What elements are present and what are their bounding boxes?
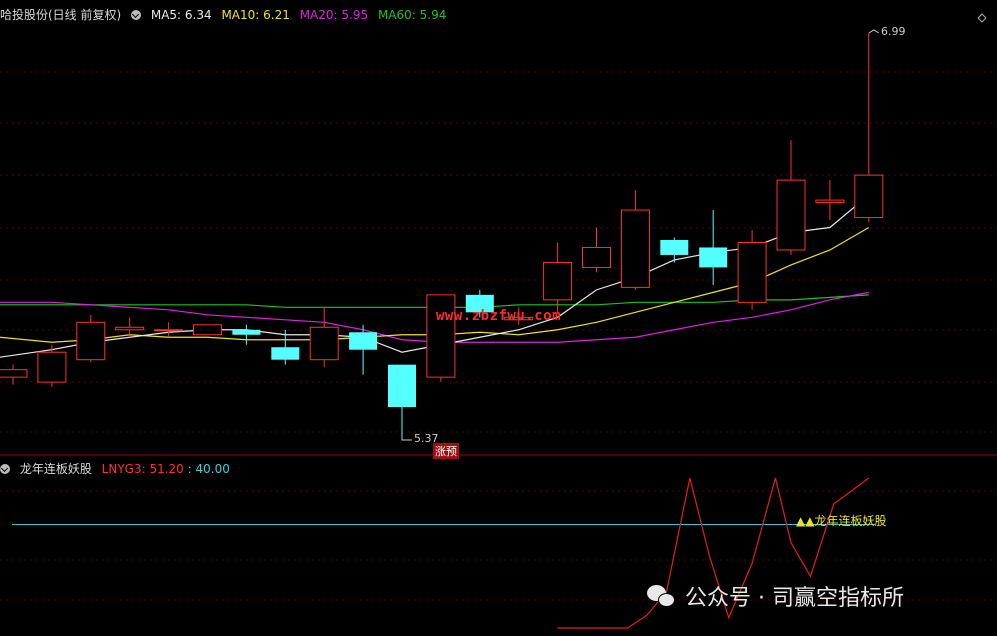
- indicator-header: 龙年连板妖股 LNYG3: 51.20 : 40.00: [0, 460, 236, 477]
- price-header: 哈投股份(日线 前复权) MA5: 6.34 MA10: 6.21 MA20: …: [0, 6, 452, 23]
- candle: [699, 210, 728, 285]
- candle-body: [660, 239, 689, 255]
- candle: [620, 190, 650, 290]
- candle-body: [582, 246, 611, 268]
- candle-body: [0, 369, 28, 378]
- ma60-label: MA60: 5.94: [377, 8, 447, 22]
- indicator-level-label: : 40.00: [187, 462, 230, 476]
- candle: [660, 237, 689, 263]
- candlesticks: [0, 33, 884, 437]
- candle: [193, 324, 222, 336]
- candle-body: [349, 332, 378, 350]
- indicator-settings-icon[interactable]: [0, 464, 10, 474]
- candle: [815, 180, 845, 221]
- candle: [854, 33, 884, 223]
- candle-body: [76, 321, 106, 361]
- candle-body: [620, 209, 650, 288]
- candle-body: [776, 179, 806, 251]
- candle-body: [854, 174, 884, 219]
- ma5-label: MA5: 6.34: [150, 8, 212, 22]
- low-marker: [401, 437, 412, 441]
- candle: [737, 230, 767, 310]
- candle: [543, 242, 573, 313]
- chart-title: 哈投股份(日线 前复权): [0, 8, 122, 22]
- candle: [388, 364, 416, 437]
- limit-up-tag: 涨预: [433, 443, 459, 459]
- candle-body: [37, 351, 67, 383]
- candle-body: [154, 329, 184, 332]
- footer-text: 公众号 · 司赢空指标所: [685, 586, 904, 611]
- wechat-icon: [647, 585, 677, 609]
- signal-triangle-icon: ▲▲: [796, 514, 815, 528]
- candle: [309, 307, 339, 368]
- footer: 公众号 · 司赢空指标所: [647, 580, 904, 612]
- candle-body: [193, 324, 222, 336]
- candle: [76, 314, 106, 363]
- candle: [0, 364, 28, 385]
- candle-body: [543, 261, 573, 301]
- candle: [349, 324, 378, 375]
- indicator-series-label: LNYG3: 51.20: [101, 462, 184, 476]
- ma20-label: MA20: 5.95: [299, 8, 369, 22]
- candle: [232, 324, 261, 345]
- settings-dot-icon[interactable]: [131, 10, 142, 20]
- candle-body: [815, 199, 845, 204]
- candle-body: [737, 241, 767, 303]
- candle-body: [232, 329, 261, 335]
- candle-body: [115, 326, 145, 331]
- candle-body: [699, 247, 728, 268]
- candle-body: [388, 364, 416, 408]
- candle-body: [309, 326, 339, 361]
- high-price-label: 6.99: [881, 25, 906, 38]
- watermark-text: www.zbzfwu.com: [436, 308, 562, 324]
- high-marker: [868, 29, 880, 34]
- candle: [776, 140, 806, 255]
- signal-label: ▲▲龙年连板妖股: [796, 514, 887, 528]
- candle: [115, 317, 145, 338]
- candle: [154, 322, 184, 338]
- indicator-title: 龙年连板妖股: [19, 462, 92, 476]
- ma10-label: MA10: 6.21: [221, 8, 290, 22]
- candle-body: [271, 347, 300, 360]
- candle: [582, 227, 611, 273]
- expand-icon[interactable]: [977, 8, 987, 23]
